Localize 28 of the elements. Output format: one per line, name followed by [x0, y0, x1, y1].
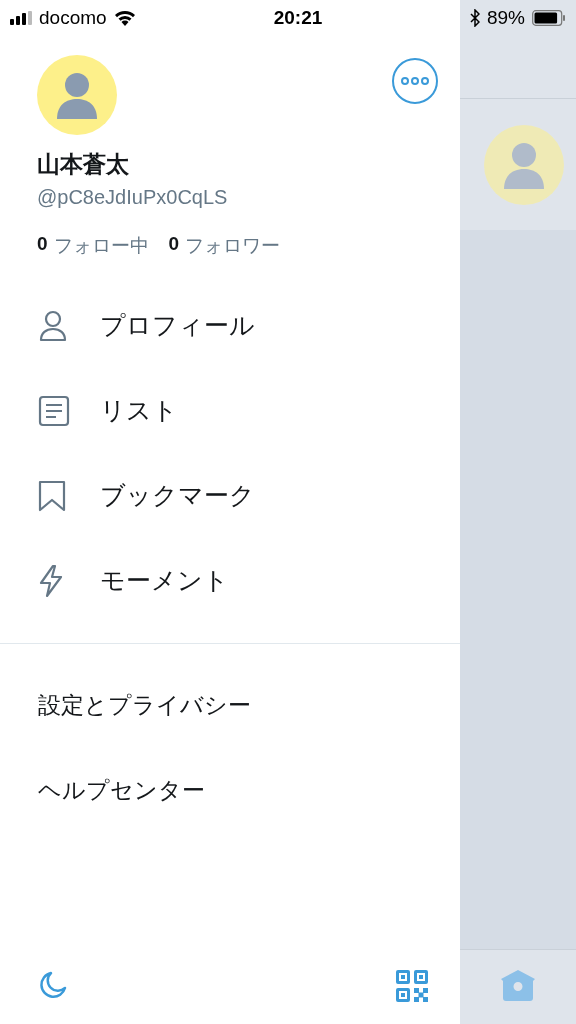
document-icon — [38, 394, 70, 427]
followers-label[interactable]: フォロワー — [185, 233, 281, 259]
menu-item[interactable]: プロフィール — [100, 309, 255, 342]
settings-item[interactable]: 設定とプライバシー — [38, 690, 251, 721]
battery-percent: 89% — [486, 7, 525, 29]
bluetooth-icon — [469, 9, 480, 27]
clock-time: 20:21 — [272, 7, 324, 29]
carrier-name: docomo — [39, 7, 107, 29]
qr-code-icon[interactable] — [396, 970, 428, 1002]
avatar[interactable] — [484, 124, 564, 205]
followers-count[interactable]: 0 — [168, 233, 180, 259]
signal-icon — [10, 11, 32, 25]
more-icon — [401, 77, 429, 85]
menu-item[interactable]: ブックマーク — [100, 479, 255, 512]
more-button[interactable] — [392, 58, 438, 104]
person-icon — [38, 309, 68, 342]
menu-item[interactable]: モーメント — [100, 564, 229, 597]
settings-item[interactable]: ヘルプセンター — [38, 775, 205, 806]
profile-name: 山本蒼太 — [36, 150, 130, 179]
wifi-icon — [113, 10, 136, 26]
following-label[interactable]: フォロー中 — [53, 233, 149, 259]
bookmark-icon — [38, 479, 66, 512]
avatar[interactable] — [37, 55, 117, 135]
lightning-icon — [38, 563, 64, 598]
menu-item[interactable]: リスト — [100, 394, 178, 427]
following-count[interactable]: 0 — [37, 233, 48, 259]
battery-icon — [532, 10, 566, 26]
profile-handle: @pC8eJdIuPx0CqLS — [36, 186, 229, 209]
